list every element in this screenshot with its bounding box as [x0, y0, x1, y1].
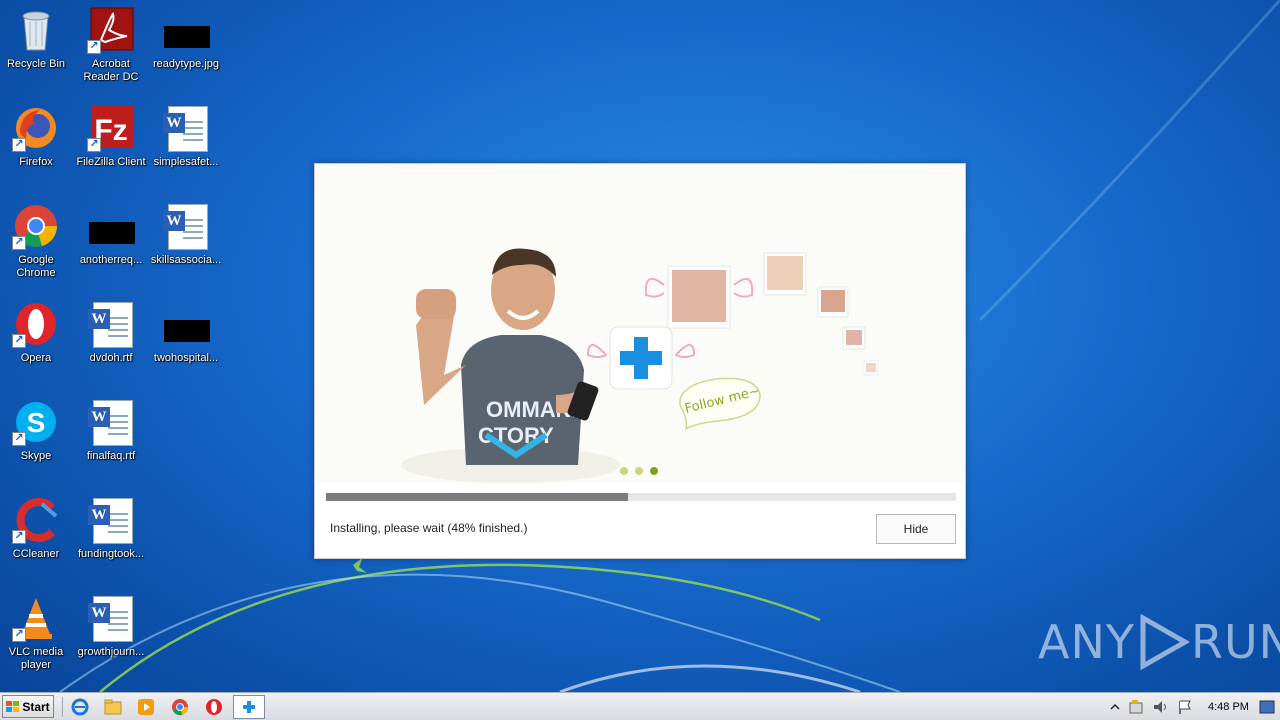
word-document-icon: W	[87, 398, 135, 446]
start-button[interactable]: Start	[2, 695, 54, 718]
desktop-icon-label: finalfaq.rtf	[86, 450, 136, 462]
taskbar-clock[interactable]: 4:48 PM	[1208, 701, 1249, 713]
desktop-icon-skillsassocia[interactable]: W skillsassocia...	[148, 202, 224, 267]
show-hidden-icons-chevron-icon[interactable]	[1104, 696, 1126, 718]
desktop-icon-label: fundingtook...	[77, 548, 145, 560]
desktop-icon-finalfaq[interactable]: W finalfaq.rtf	[73, 398, 149, 463]
install-status-text: Installing, please wait (48% finished.)	[330, 521, 528, 535]
redacted-thumbnail-icon	[162, 300, 210, 348]
desktop-icon-filezilla[interactable]: Fz ↗ FileZilla Client	[73, 104, 149, 169]
desktop-icon-fundingtook[interactable]: W fundingtook...	[73, 496, 149, 561]
taskbar-divider	[62, 697, 63, 717]
file-explorer-icon[interactable]	[102, 696, 124, 718]
taskbar: Start 4:48 PM	[0, 692, 1280, 720]
volume-icon[interactable]	[1150, 696, 1172, 718]
desktop-icon-label: Firefox	[19, 156, 53, 168]
media-player-icon[interactable]	[135, 696, 157, 718]
desktop-icon-ccleaner[interactable]: ↗ CCleaner	[0, 496, 74, 561]
ccleaner-icon: ↗	[12, 496, 60, 544]
desktop-icon-google-chrome[interactable]: ↗ Google Chrome	[0, 202, 74, 280]
opera-taskbar-icon[interactable]	[203, 696, 225, 718]
desktop-icon-label: skillsassocia...	[150, 254, 222, 266]
vlc-icon: ↗	[12, 594, 60, 642]
install-progress-fill	[326, 493, 629, 501]
desktop-icon-label: Recycle Bin	[6, 58, 66, 70]
desktop-icon-label: twohospital...	[153, 352, 219, 364]
watermark-text-left: ANY	[1038, 615, 1135, 669]
installer-plus-icon	[243, 701, 255, 713]
desktop-icon-anotherreq[interactable]: anotherreq...	[73, 202, 149, 267]
slide-dot[interactable]	[635, 467, 643, 475]
word-document-icon: W	[87, 594, 135, 642]
installer-taskbar-button[interactable]	[233, 695, 265, 719]
desktop-icon-label: FileZilla Client	[76, 156, 146, 168]
desktop-icon-dvdoh[interactable]: W dvdoh.rtf	[73, 300, 149, 365]
desktop-icon-recycle-bin[interactable]: Recycle Bin	[0, 6, 74, 71]
start-label: Start	[22, 699, 50, 714]
desktop-icon-label: VLC media player	[8, 646, 64, 671]
show-desktop-icon[interactable]	[1256, 696, 1278, 718]
installer-window: OMMAND CTORY Follow me~ Installing, plea…	[314, 163, 966, 559]
flag-notification-icon[interactable]	[1174, 696, 1196, 718]
desktop-icon-label: anotherreq...	[79, 254, 143, 266]
desktop-icon-label: Google Chrome	[16, 254, 56, 279]
desktop-icon-skype[interactable]: S ↗ Skype	[0, 398, 74, 463]
word-document-icon: W	[162, 104, 210, 152]
word-document-icon: W	[162, 202, 210, 250]
chrome-icon: ↗	[12, 202, 60, 250]
acrobat-reader-icon: ↗	[87, 6, 135, 54]
internet-explorer-icon[interactable]	[69, 696, 91, 718]
slide-dot-active[interactable]	[650, 467, 658, 475]
filezilla-icon: Fz ↗	[87, 104, 135, 152]
desktop-icon-label: Skype	[20, 450, 52, 462]
desktop-icon-vlc[interactable]: ↗ VLC media player	[0, 594, 74, 672]
slide-indicator	[620, 467, 658, 475]
desktop-icon-opera[interactable]: ↗ Opera	[0, 300, 74, 365]
desktop-icon-readytype[interactable]: readytype.jpg	[148, 6, 224, 71]
redacted-thumbnail-icon	[162, 6, 210, 54]
chrome-taskbar-icon[interactable]	[169, 696, 191, 718]
desktop-icon-twohospital[interactable]: twohospital...	[148, 300, 224, 365]
desktop-icon-label: dvdoh.rtf	[89, 352, 133, 364]
windows-logo-icon	[6, 701, 20, 712]
desktop-icon-simplesafet[interactable]: W simplesafet...	[148, 104, 224, 169]
anyrun-watermark: ANY RUN	[1038, 612, 1280, 672]
desktop-icon-label: CCleaner	[12, 548, 60, 560]
desktop-icon-label: Acrobat Reader DC	[83, 58, 139, 83]
desktop-icon-growthjourn[interactable]: W growthjourn...	[73, 594, 149, 659]
desktop-icon-label: Opera	[20, 352, 52, 364]
recycle-bin-icon	[12, 6, 60, 54]
word-document-icon: W	[87, 300, 135, 348]
desktop-icon-label: growthjourn...	[77, 646, 145, 658]
install-progress-bar	[326, 493, 956, 501]
desktop-icon-label: simplesafet...	[153, 156, 219, 168]
desktop-icon-firefox[interactable]: ↗ Firefox	[0, 104, 74, 169]
desktop-icon-label: readytype.jpg	[152, 58, 220, 70]
slide-dot[interactable]	[620, 467, 628, 475]
watermark-text-right: RUN	[1190, 615, 1280, 669]
play-logo-icon	[1140, 613, 1191, 671]
skype-icon: S ↗	[12, 398, 60, 446]
action-center-icon[interactable]	[1126, 696, 1148, 718]
word-document-icon: W	[87, 496, 135, 544]
opera-icon: ↗	[12, 300, 60, 348]
svg-text:S: S	[27, 407, 46, 438]
firefox-icon: ↗	[12, 104, 60, 152]
banner-illustration: OMMAND CTORY Follow me~	[401, 248, 879, 483]
installer-banner: OMMAND CTORY Follow me~	[316, 165, 964, 483]
redacted-thumbnail-icon	[87, 202, 135, 250]
hide-button[interactable]: Hide	[876, 514, 956, 544]
desktop-icon-acrobat[interactable]: ↗ Acrobat Reader DC	[73, 6, 149, 84]
